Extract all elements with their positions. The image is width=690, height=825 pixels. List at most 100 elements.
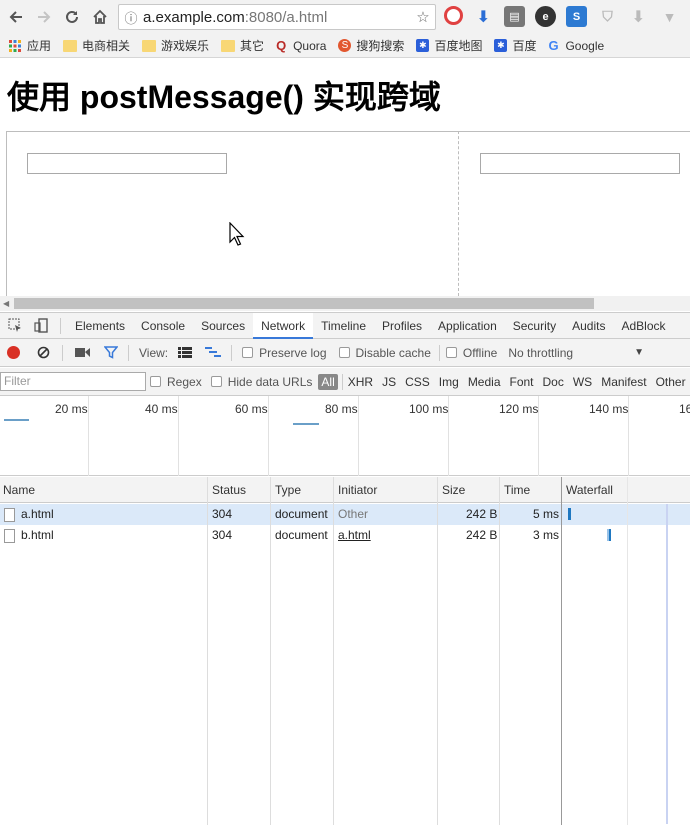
filter-type-all[interactable]: All xyxy=(318,373,338,390)
bookmark-label: 百度地图 xyxy=(434,39,483,53)
folder-icon xyxy=(142,39,157,52)
timeline-tick-label: 60 ms xyxy=(235,402,268,416)
request-initiator-link[interactable]: a.html xyxy=(338,528,371,542)
tab-sources[interactable]: Sources xyxy=(193,313,253,339)
bookmark-apps[interactable]: 应用 xyxy=(8,37,51,54)
text-input-b[interactable] xyxy=(480,153,680,174)
column-header-initiator[interactable]: Initiator xyxy=(338,483,377,497)
tab-elements[interactable]: Elements xyxy=(67,313,133,339)
e-extension-icon[interactable]: e xyxy=(535,6,556,27)
column-header-size[interactable]: Size xyxy=(442,483,465,497)
filter-type-xhr[interactable]: XHR xyxy=(348,375,373,389)
sogou-icon: S xyxy=(338,39,352,52)
hide-data-urls-checkbox[interactable]: Hide data URLs xyxy=(210,375,312,389)
grey-download-extension-icon[interactable]: ⬇ xyxy=(628,6,649,27)
address-bar[interactable]: ⓘ a.example.com:8080/a.html ☆ xyxy=(118,4,436,30)
network-overview-timeline[interactable]: 20 ms 40 ms 60 ms 80 ms 100 ms 120 ms 14… xyxy=(0,396,690,476)
request-initiator: Other xyxy=(338,507,369,521)
bookmark-label: Quora xyxy=(293,38,327,53)
document-icon xyxy=(4,508,15,522)
record-button[interactable] xyxy=(7,346,20,359)
devtools-tab-bar: Elements Console Sources Network Timelin… xyxy=(0,312,690,339)
large-rows-view-button[interactable] xyxy=(178,347,193,358)
filter-type-img[interactable]: Img xyxy=(439,375,459,389)
filter-type-media[interactable]: Media xyxy=(468,375,501,389)
tab-console[interactable]: Console xyxy=(133,313,193,339)
shield-extension-icon[interactable]: ⛉ xyxy=(597,6,618,27)
filter-type-doc[interactable]: Doc xyxy=(543,375,564,389)
inspect-element-icon[interactable] xyxy=(2,313,28,339)
table-row[interactable]: b.html 304 document a.html 242 B 3 ms xyxy=(0,525,690,546)
tab-profiles[interactable]: Profiles xyxy=(374,313,430,339)
filter-type-ws[interactable]: WS xyxy=(573,375,592,389)
scroll-left-arrow-icon[interactable]: ◀ xyxy=(3,299,9,308)
extension-icons: ⬇ ▤ e S ⛉ ⬇ ▼ xyxy=(444,6,680,27)
column-header-time[interactable]: Time xyxy=(504,483,530,497)
folder-icon xyxy=(63,39,78,52)
bookmark-google[interactable]: G Google xyxy=(548,39,604,53)
checkbox[interactable] xyxy=(338,347,350,358)
bookmark-folder-other[interactable]: 其它 xyxy=(221,37,264,54)
home-button[interactable] xyxy=(86,3,114,31)
bookmark-quora[interactable]: Q Quora xyxy=(276,39,326,53)
scrollbar-thumb[interactable] xyxy=(14,298,594,309)
site-info-icon[interactable]: ⓘ xyxy=(119,8,143,27)
text-input-a[interactable] xyxy=(27,153,227,174)
checkbox[interactable] xyxy=(445,347,457,358)
tab-adblock[interactable]: AdBlock xyxy=(613,313,673,339)
capture-screenshots-button[interactable] xyxy=(75,347,90,358)
back-button[interactable] xyxy=(2,3,30,31)
bookmark-folder-ecommerce[interactable]: 电商相关 xyxy=(63,37,130,54)
filter-type-js[interactable]: JS xyxy=(382,375,396,389)
folder-icon xyxy=(221,39,236,52)
checkbox[interactable] xyxy=(242,347,254,358)
filter-type-manifest[interactable]: Manifest xyxy=(601,375,646,389)
menu-dropdown-icon[interactable]: ▼ xyxy=(659,6,680,27)
request-size: 242 B xyxy=(466,507,498,521)
horizontal-scrollbar[interactable]: ◀ xyxy=(0,296,690,311)
column-header-type[interactable]: Type xyxy=(275,483,301,497)
filter-toggle-button[interactable] xyxy=(104,346,118,359)
filter-type-font[interactable]: Font xyxy=(510,375,534,389)
bookmark-baidu[interactable]: ✱ 百度 xyxy=(494,37,536,54)
download-extension-icon[interactable]: ⬇ xyxy=(473,6,494,27)
iframe-b xyxy=(458,131,690,296)
preserve-log-checkbox[interactable]: Preserve log xyxy=(242,346,327,360)
tab-application[interactable]: Application xyxy=(430,313,505,339)
bookmark-star-icon[interactable]: ☆ xyxy=(411,8,435,26)
request-name: a.html xyxy=(21,507,54,521)
bookmark-baidu-map[interactable]: ✱ 百度地图 xyxy=(416,37,482,54)
reload-button[interactable] xyxy=(58,3,86,31)
device-toolbar-icon[interactable] xyxy=(28,313,54,339)
offline-label: Offline xyxy=(462,345,498,360)
column-header-status[interactable]: Status xyxy=(212,483,246,497)
tab-audits[interactable]: Audits xyxy=(564,313,613,339)
waterfall-grid-line xyxy=(627,477,628,825)
checkbox[interactable] xyxy=(210,376,222,387)
offline-checkbox[interactable]: Offline xyxy=(445,345,498,360)
clear-button[interactable] xyxy=(37,346,50,359)
column-header-name[interactable]: Name xyxy=(3,483,35,497)
reader-extension-icon[interactable]: ▤ xyxy=(504,6,525,27)
column-header-waterfall[interactable]: Waterfall xyxy=(566,483,613,497)
bookmark-sogou[interactable]: S 搜狗搜索 xyxy=(338,37,404,54)
bookmark-folder-games[interactable]: 游戏娱乐 xyxy=(142,37,209,54)
regex-checkbox[interactable]: Regex xyxy=(150,375,202,389)
filter-type-css[interactable]: CSS xyxy=(405,375,430,389)
view-label: View: xyxy=(139,345,169,360)
regex-label: Regex xyxy=(167,374,202,389)
timeline-tick-label: 100 ms xyxy=(409,402,449,416)
tab-timeline[interactable]: Timeline xyxy=(313,313,374,339)
forward-button[interactable] xyxy=(30,3,58,31)
tab-security[interactable]: Security xyxy=(505,313,564,339)
filter-input[interactable]: Filter xyxy=(0,372,146,391)
opera-extension-icon[interactable] xyxy=(444,6,463,25)
disable-cache-checkbox[interactable]: Disable cache xyxy=(338,346,431,360)
tab-network[interactable]: Network xyxy=(253,312,314,339)
overview-view-button[interactable] xyxy=(205,347,222,358)
s-extension-icon[interactable]: S xyxy=(566,6,587,27)
checkbox[interactable] xyxy=(150,376,161,387)
throttling-select[interactable]: No throttling ▼ xyxy=(508,346,644,360)
filter-type-other[interactable]: Other xyxy=(656,375,686,389)
table-row[interactable]: a.html 304 document Other 242 B 5 ms xyxy=(0,504,690,525)
